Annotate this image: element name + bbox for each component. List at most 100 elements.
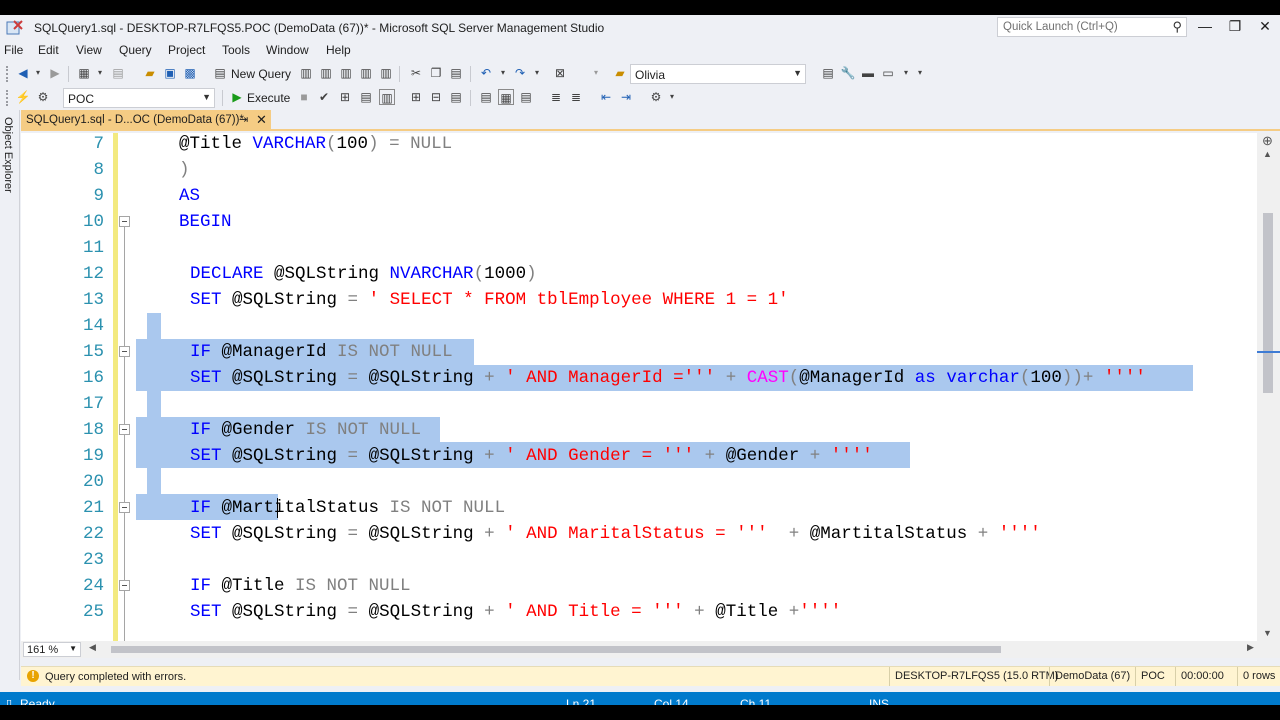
decrease-indent-icon[interactable]: ⇤: [598, 89, 614, 105]
toolbar-separator: [222, 90, 223, 106]
scroll-up-icon[interactable]: ▲: [1263, 149, 1272, 159]
pin-icon[interactable]: ⇥: [239, 113, 248, 126]
collapse-region-button[interactable]: [119, 580, 130, 591]
change-connection-icon[interactable]: ⚙: [35, 89, 51, 105]
execute-icon[interactable]: ▶: [229, 89, 245, 105]
new-query-button[interactable]: New Query: [231, 67, 291, 81]
server-info: DESKTOP-R7LFQS5 (15.0 RTM): [889, 667, 1058, 686]
xmla-query-icon[interactable]: ▥: [358, 65, 374, 81]
chevron-down-icon: ▼: [69, 644, 77, 653]
toolbar-grip[interactable]: [6, 90, 10, 106]
new-query-icon[interactable]: ▤: [212, 65, 228, 81]
new-project-icon[interactable]: ▦: [76, 65, 92, 81]
query-options-icon[interactable]: ▤: [358, 89, 374, 105]
collapse-region-button[interactable]: [119, 424, 130, 435]
specify-template-values-icon[interactable]: ⚙: [648, 89, 664, 105]
cut-icon[interactable]: ✂: [408, 65, 424, 81]
comment-out-icon[interactable]: ≣: [548, 89, 564, 105]
vertical-scrollbar[interactable]: ⊕ ▲ ▼: [1257, 133, 1280, 641]
menu-file[interactable]: File: [4, 43, 23, 57]
scroll-right-icon[interactable]: ▶: [1247, 642, 1254, 653]
scroll-left-icon[interactable]: ◀: [89, 642, 96, 653]
dax-query-icon[interactable]: ▥: [378, 65, 394, 81]
zoom-select[interactable]: 161 % ▼: [23, 642, 81, 657]
paste-icon[interactable]: ▤: [448, 65, 464, 81]
connect-icon[interactable]: ⚡: [15, 89, 31, 105]
close-window-button[interactable]: ✕: [1250, 15, 1280, 37]
horizontal-scrollbar[interactable]: 161 % ▼ ◀ ▶: [21, 641, 1280, 658]
split-editor-icon[interactable]: ⊕: [1262, 133, 1273, 149]
cancel-query-icon[interactable]: ■: [296, 89, 312, 105]
toolbar-dropdown-icon[interactable]: ▾: [588, 65, 604, 81]
collapse-region-button[interactable]: [119, 502, 130, 513]
results-to-file-icon[interactable]: ▤: [518, 89, 534, 105]
document-tab[interactable]: SQLQuery1.sql - D...OC (DemoData (67))* …: [21, 110, 271, 131]
results-to-grid-icon[interactable]: ▦: [498, 89, 514, 105]
menu-project[interactable]: Project: [168, 43, 205, 57]
display-estimated-plan-icon[interactable]: ⊞: [337, 89, 353, 105]
code-text: IF @Title IS NOT NULL: [190, 576, 411, 596]
redo-dropdown-icon[interactable]: ▾: [529, 65, 545, 81]
menu-query[interactable]: Query: [119, 43, 152, 57]
increase-indent-icon[interactable]: ⇥: [618, 89, 634, 105]
object-explorer-tab[interactable]: Object Explorer: [2, 117, 14, 193]
redo-icon[interactable]: ↷: [512, 65, 528, 81]
back-dropdown-icon[interactable]: ▾: [30, 65, 46, 81]
minimize-button[interactable]: —: [1190, 15, 1220, 37]
properties-window-icon[interactable]: ▤: [820, 65, 836, 81]
menu-tools[interactable]: Tools: [222, 43, 250, 57]
menu-view[interactable]: View: [76, 43, 102, 57]
client-statistics-icon[interactable]: ▤: [448, 89, 464, 105]
close-icon[interactable]: ✕: [256, 112, 267, 128]
solution-config-icon: ▰: [615, 66, 625, 80]
collapse-region-button[interactable]: [119, 346, 130, 357]
live-query-stats-icon[interactable]: ⊟: [428, 89, 444, 105]
solution-config-select[interactable]: Olivia ▼: [630, 64, 806, 84]
status-bar: ▯ Ready Ln 21 Col 14 Ch 11 INS: [0, 692, 1280, 705]
toolbar-separator: [470, 66, 471, 82]
save-all-icon[interactable]: ▩: [182, 65, 198, 81]
undo-dropdown-icon[interactable]: ▾: [495, 65, 511, 81]
zoom-value: 161 %: [27, 644, 59, 656]
ssms-app-icon: [6, 20, 23, 35]
tools-icon[interactable]: 🔧: [840, 65, 856, 81]
dmx-query-icon[interactable]: ▥: [338, 65, 354, 81]
line-number: 7: [93, 134, 104, 154]
code-editor[interactable]: 7 @Title VARCHAR(100) = NULL 8 ) 9 AS 10…: [21, 133, 1257, 641]
quick-launch-input[interactable]: Quick Launch (Ctrl+Q) ⚲: [997, 17, 1187, 37]
include-actual-plan-icon[interactable]: ⊞: [408, 89, 424, 105]
menu-help[interactable]: Help: [326, 43, 351, 57]
undo-icon[interactable]: ↶: [478, 65, 494, 81]
scrollbar-thumb[interactable]: [111, 646, 1001, 653]
window-icon[interactable]: ▭: [880, 65, 896, 81]
scroll-down-icon[interactable]: ▼: [1263, 628, 1272, 638]
uncomment-icon[interactable]: ≣: [568, 89, 584, 105]
scrollbar-thumb[interactable]: [1263, 213, 1273, 393]
available-databases-select[interactable]: POC ▼: [63, 88, 215, 108]
save-icon[interactable]: ▣: [162, 65, 178, 81]
menu-edit[interactable]: Edit: [38, 43, 59, 57]
toolbar-overflow-icon[interactable]: ▾: [912, 65, 928, 81]
intellisense-icon[interactable]: ▥: [379, 89, 395, 105]
new-project-dropdown-icon[interactable]: ▾: [92, 65, 108, 81]
menu-window[interactable]: Window: [266, 43, 309, 57]
results-to-text-icon[interactable]: ▤: [478, 89, 494, 105]
add-item-icon[interactable]: ▤: [110, 65, 126, 81]
database-engine-query-icon[interactable]: ▥: [298, 65, 314, 81]
execute-button[interactable]: Execute: [247, 91, 290, 105]
object-explorer-strip[interactable]: [0, 110, 20, 680]
parse-checkmark-icon[interactable]: ✔: [316, 89, 332, 105]
mdx-query-icon[interactable]: ▥: [318, 65, 334, 81]
activity-monitor-icon[interactable]: ⊠: [552, 65, 568, 81]
back-icon[interactable]: ◀: [15, 65, 31, 81]
restore-button[interactable]: ❐: [1220, 15, 1250, 37]
open-file-icon[interactable]: ▰: [142, 65, 158, 81]
forward-icon[interactable]: ▶: [47, 65, 63, 81]
toolbar-overflow-icon[interactable]: ▾: [664, 89, 680, 105]
code-line: 10 BEGIN: [21, 209, 1257, 235]
toolbox-icon[interactable]: ▬: [860, 65, 876, 81]
copy-icon[interactable]: ❐: [428, 65, 444, 81]
toolbar-grip[interactable]: [6, 66, 10, 82]
collapse-region-button[interactable]: [119, 216, 130, 227]
line-number: 11: [82, 238, 104, 258]
